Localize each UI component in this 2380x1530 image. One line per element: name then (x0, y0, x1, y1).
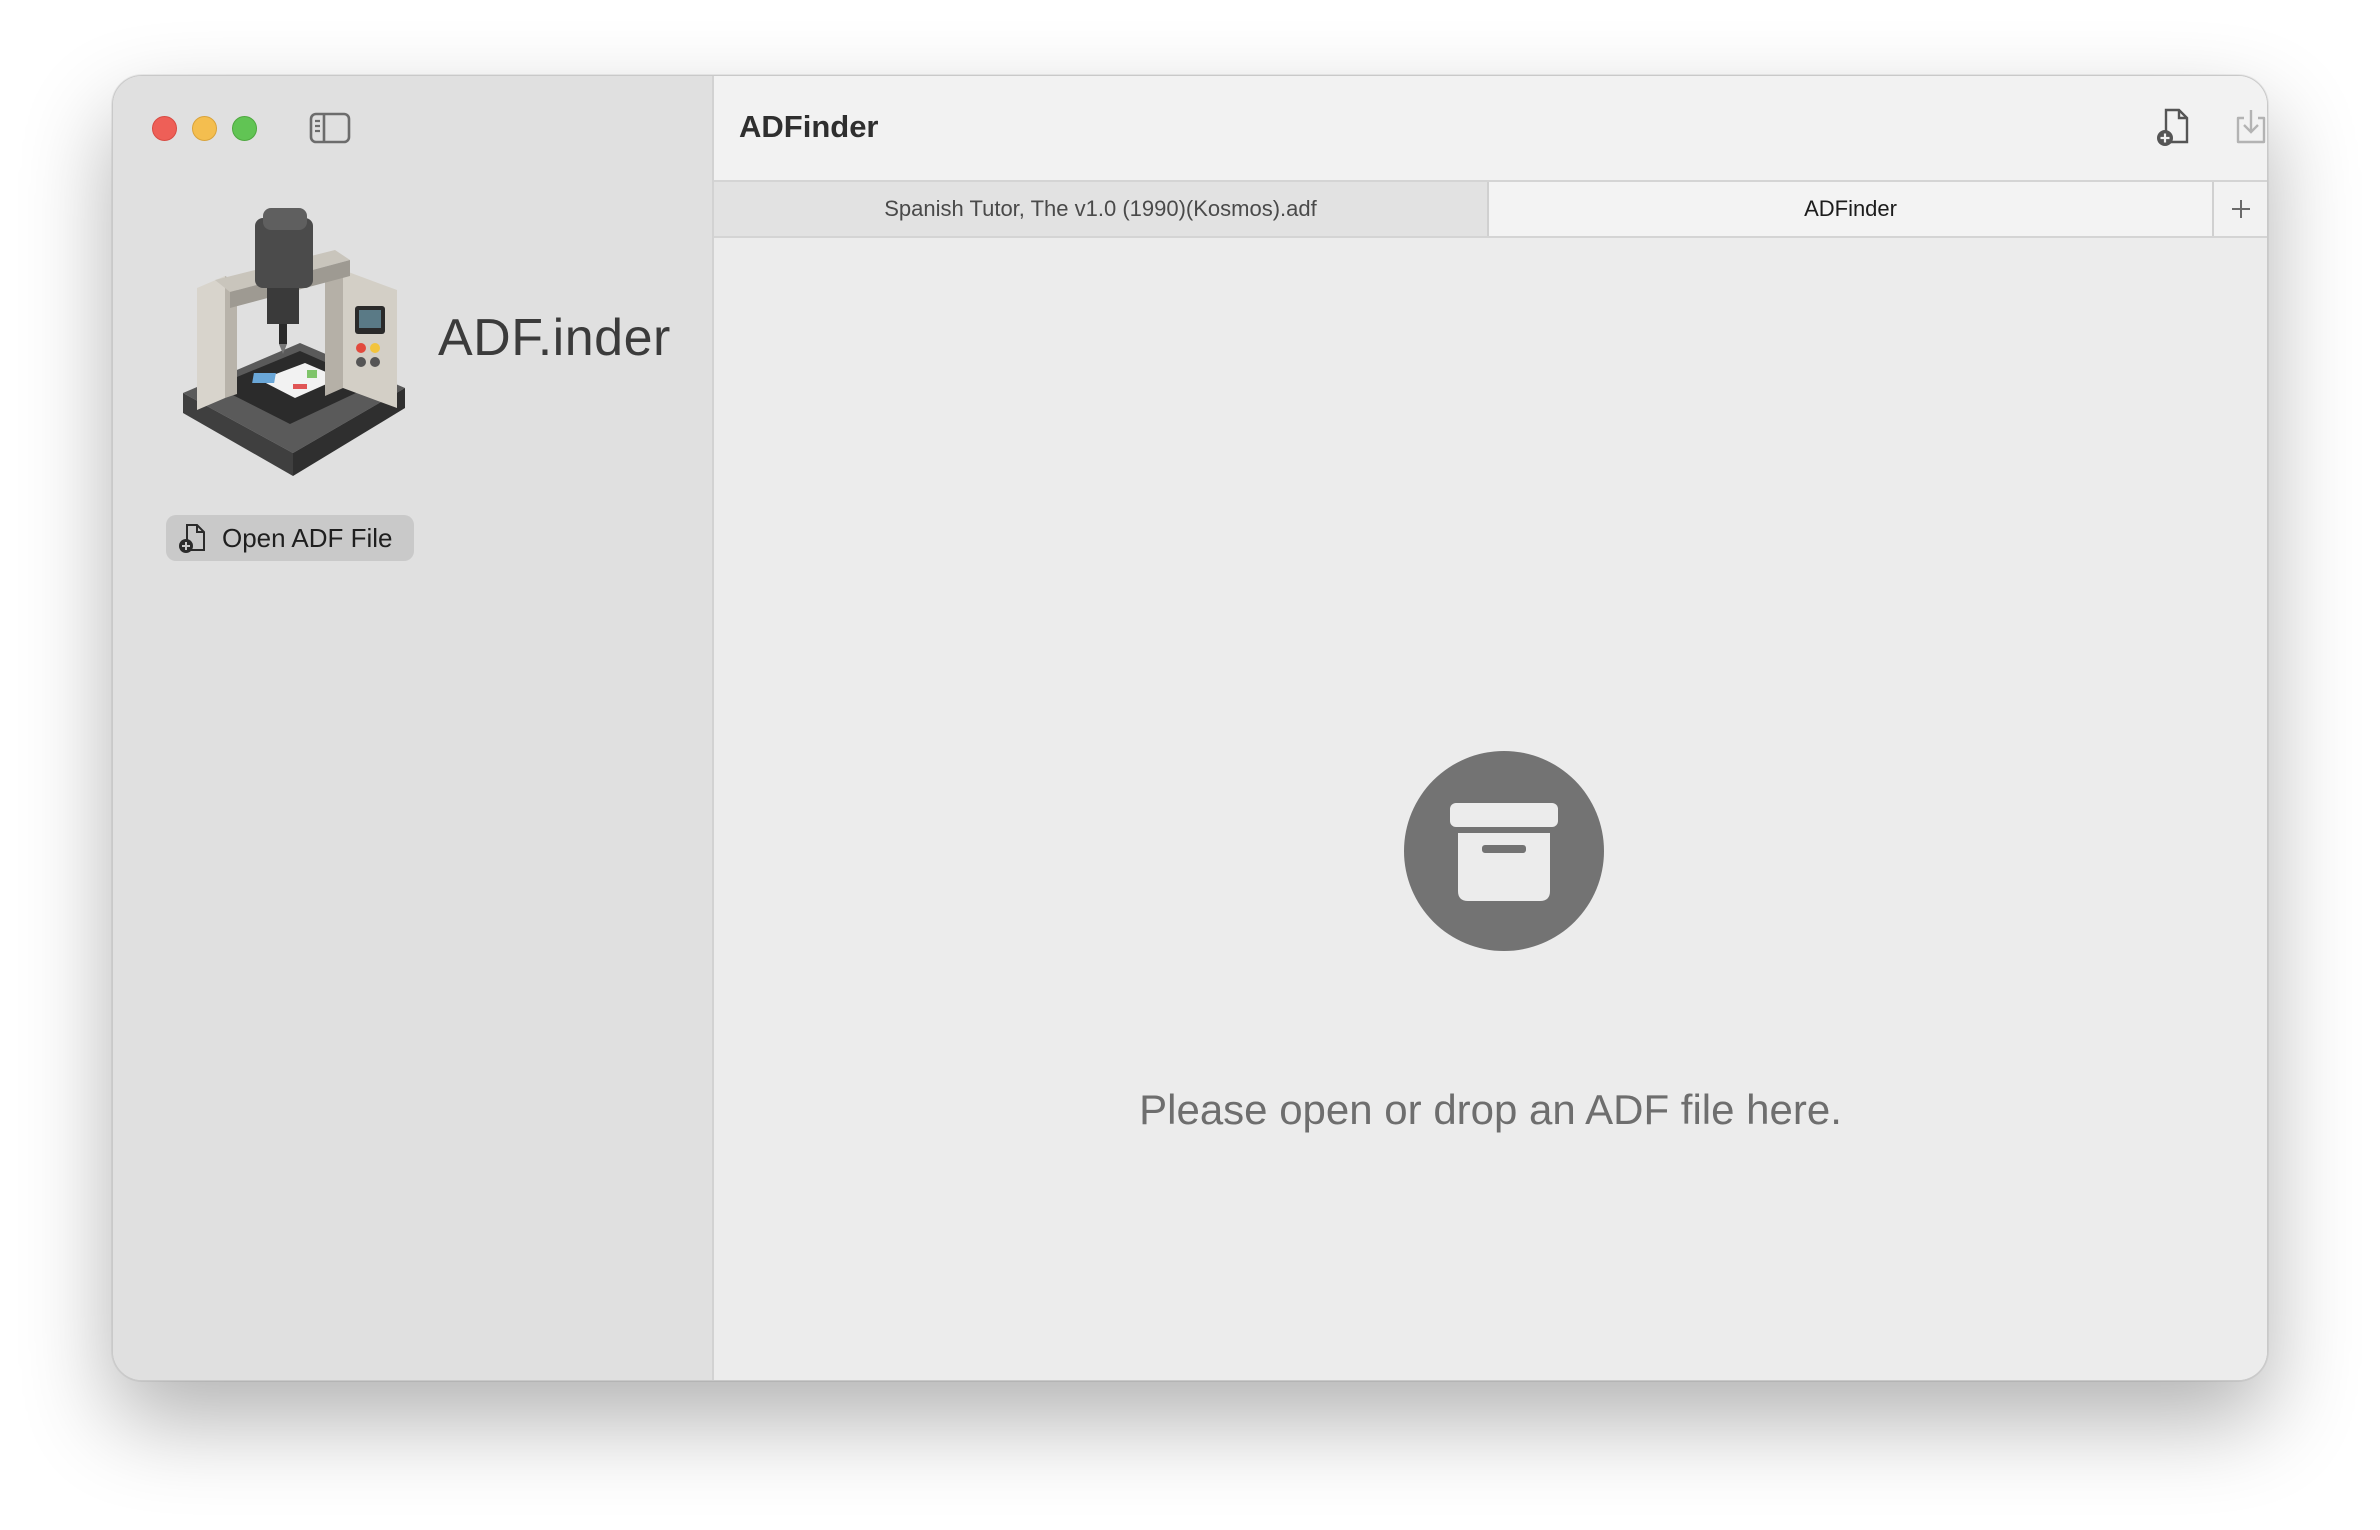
new-document-icon[interactable] (2154, 106, 2196, 148)
tab-adfinder[interactable]: ADFinder (1489, 182, 2213, 236)
tab-spanish-tutor[interactable]: Spanish Tutor, The v1.0 (1990)(Kosmos).a… (714, 182, 1489, 236)
app-name-label: ADF.inder (438, 309, 671, 367)
archive-box-icon (1404, 751, 1604, 951)
sidebar-toggle-icon[interactable] (309, 112, 351, 144)
app-window: ADF.inder Open ADF File ADFinder Spanish… (112, 75, 2268, 1381)
open-adf-file-label: Open ADF File (222, 522, 393, 553)
sidebar: ADF.inder Open ADF File (113, 76, 714, 1380)
download-icon[interactable] (2230, 106, 2268, 148)
main-area: ADFinder Spanish Tutor, The v1.0 (1990)(… (714, 76, 2267, 1380)
open-adf-file-button[interactable]: Open ADF File (166, 515, 414, 561)
plus-icon (2231, 200, 2250, 218)
drop-zone[interactable]: Please open or drop an ADF file here. (714, 238, 2267, 1380)
open-document-icon (179, 524, 205, 553)
app-logo-icon (183, 208, 405, 476)
tab-bar: Spanish Tutor, The v1.0 (1990)(Kosmos).a… (714, 180, 2267, 238)
toolbar: ADFinder (714, 76, 2267, 181)
close-window-button[interactable] (152, 116, 177, 141)
maximize-window-button[interactable] (232, 116, 257, 141)
empty-state-message: Please open or drop an ADF file here. (1139, 1086, 1842, 1133)
window-title: ADFinder (739, 109, 879, 144)
tab-label: Spanish Tutor, The v1.0 (1990)(Kosmos).a… (884, 196, 1317, 221)
minimize-window-button[interactable] (192, 116, 217, 141)
new-tab-button[interactable] (2212, 182, 2267, 236)
tab-label: ADFinder (1804, 196, 1897, 221)
